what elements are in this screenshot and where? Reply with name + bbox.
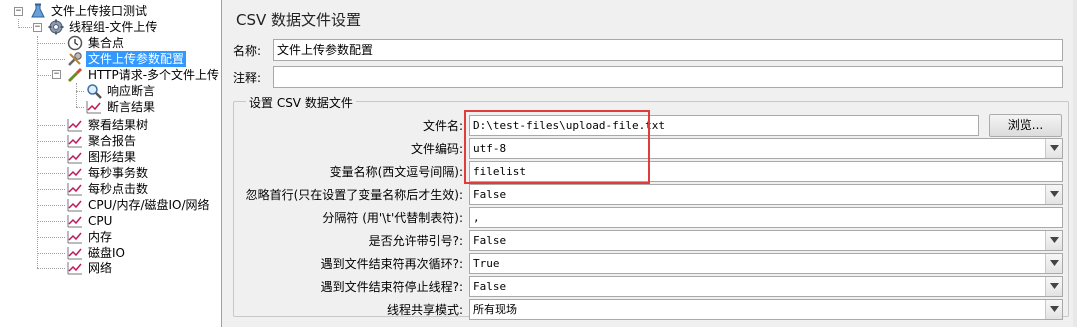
sharing-mode-row: 线程共享模式: 所有现场 [234, 298, 1063, 320]
chart-line-icon [67, 197, 83, 213]
sharing-mode-combo[interactable]: 所有现场 [469, 298, 1063, 320]
allow-quoted-label: 是否允许带引号?: [368, 233, 463, 248]
name-label: 名称: [233, 43, 262, 58]
tree-item-hits-per-second[interactable]: 每秒点击数 [67, 181, 150, 197]
comment-input[interactable] [273, 66, 1063, 88]
comment-row: 注释: [233, 65, 1063, 89]
recycle-on-eof-row: 遇到文件结束符再次循环?: True [234, 252, 1063, 274]
chart-line-icon [67, 213, 83, 229]
recycle-on-eof-label: 遇到文件结束符再次循环?: [320, 256, 463, 271]
gear-icon [48, 19, 64, 35]
chevron-down-icon[interactable] [1045, 230, 1062, 250]
tree-item-rendezvous[interactable]: 集合点 [67, 35, 126, 51]
tree-item-graph-results[interactable]: 图形结果 [67, 149, 138, 165]
ignore-first-line-row: 忽略首行(只在设置了变量名称后才生效): False [234, 183, 1063, 205]
test-plan-tree[interactable]: − − − 文件上传接口测试 线程组-文件上传 集合点 文件上传参数配置 HTT… [0, 0, 222, 327]
tree-item-network[interactable]: 网络 [67, 260, 114, 276]
ignore-first-line-combo[interactable]: False [469, 183, 1063, 205]
tree-item-thread-group[interactable]: 线程组-文件上传 [48, 19, 159, 35]
tree-item-csv-config[interactable]: 文件上传参数配置 [67, 51, 187, 67]
sharing-mode-label: 线程共享模式: [386, 302, 463, 317]
tree-item-transactions-per-second[interactable]: 每秒事务数 [67, 165, 150, 181]
delimiter-row: 分隔符 (用'\t'代替制表符): , [234, 206, 1063, 228]
chart-line-icon [86, 99, 102, 115]
chart-line-icon [67, 149, 83, 165]
tree-item-view-results-tree[interactable]: 察看结果树 [67, 117, 150, 133]
collapse-toggle-http-request[interactable]: − [52, 70, 61, 79]
chevron-down-icon[interactable] [1045, 184, 1062, 204]
encoding-label: 文件编码: [410, 141, 463, 156]
test-plan-icon [30, 3, 46, 19]
magnifier-icon [86, 83, 102, 99]
chart-line-icon [67, 133, 83, 149]
chevron-down-icon[interactable] [1045, 138, 1062, 158]
variable-names-row: 变量名称(西文逗号间隔): filelist [234, 160, 1063, 182]
chart-line-icon [67, 260, 83, 276]
filename-row: 文件名: D:\test-files\upload-file.txt 浏览... [234, 113, 1062, 137]
encoding-combo[interactable]: utf-8 [469, 137, 1063, 159]
csv-config-panel: CSV 数据文件设置 名称: 文件上传参数配置 注释: 设置 CSV 数据文件 … [227, 0, 1077, 327]
chevron-down-icon[interactable] [1045, 299, 1062, 319]
tree-item-assertion-results[interactable]: 断言结果 [86, 99, 157, 115]
stop-thread-on-eof-label: 遇到文件结束符停止线程?: [320, 279, 463, 294]
tree-item-memory[interactable]: 内存 [67, 229, 114, 245]
name-row: 名称: 文件上传参数配置 [233, 38, 1063, 62]
wrench-icon [67, 51, 83, 67]
tree-item-aggregate-report[interactable]: 聚合报告 [67, 133, 138, 149]
browse-button[interactable]: 浏览... [989, 113, 1062, 137]
collapse-toggle-thread-group[interactable]: − [33, 23, 42, 32]
stop-thread-on-eof-row: 遇到文件结束符停止线程?: False [234, 275, 1063, 297]
tree-item-perfmon-all[interactable]: CPU/内存/磁盘IO/网络 [67, 197, 212, 213]
recycle-on-eof-combo[interactable]: True [469, 252, 1063, 274]
tree-item-response-assertion[interactable]: 响应断言 [86, 83, 157, 99]
allow-quoted-row: 是否允许带引号?: False [234, 229, 1063, 251]
chevron-down-icon[interactable] [1045, 276, 1062, 296]
delimiter-label: 分隔符 (用'\t'代替制表符): [322, 210, 463, 225]
timer-icon [67, 35, 83, 51]
pipette-icon [67, 67, 83, 83]
filename-label: 文件名: [422, 118, 463, 133]
tree-item-cpu[interactable]: CPU [67, 213, 114, 229]
comment-label: 注释: [233, 70, 262, 85]
chevron-down-icon[interactable] [1045, 253, 1062, 273]
tree-item-test-plan[interactable]: 文件上传接口测试 [30, 3, 149, 19]
csv-settings-group: 设置 CSV 数据文件 文件名: D:\test-files\upload-fi… [233, 94, 1069, 320]
stop-thread-on-eof-combo[interactable]: False [469, 275, 1063, 297]
collapse-toggle-test-plan[interactable]: − [14, 7, 23, 16]
group-title: 设置 CSV 数据文件 [246, 94, 356, 111]
filename-input[interactable]: D:\test-files\upload-file.txt [469, 114, 979, 136]
delimiter-input[interactable]: , [469, 206, 1063, 228]
chart-line-icon [67, 165, 83, 181]
variable-names-label: 变量名称(西文逗号间隔): [329, 164, 463, 179]
ignore-first-line-label: 忽略首行(只在设置了变量名称后才生效): [245, 187, 463, 202]
chart-line-icon [67, 229, 83, 245]
tree-item-disk-io[interactable]: 磁盘IO [67, 245, 127, 261]
name-input[interactable]: 文件上传参数配置 [273, 39, 1063, 61]
chart-line-icon [67, 181, 83, 197]
variable-names-input[interactable]: filelist [469, 160, 1063, 182]
window-edge [1073, 0, 1077, 327]
allow-quoted-combo[interactable]: False [469, 229, 1063, 251]
tree-item-http-request[interactable]: HTTP请求-多个文件上传 [67, 67, 221, 83]
chart-line-icon [67, 117, 83, 133]
encoding-row: 文件编码: utf-8 [234, 137, 1063, 159]
page-title: CSV 数据文件设置 [236, 11, 362, 29]
chart-line-icon [67, 245, 83, 261]
